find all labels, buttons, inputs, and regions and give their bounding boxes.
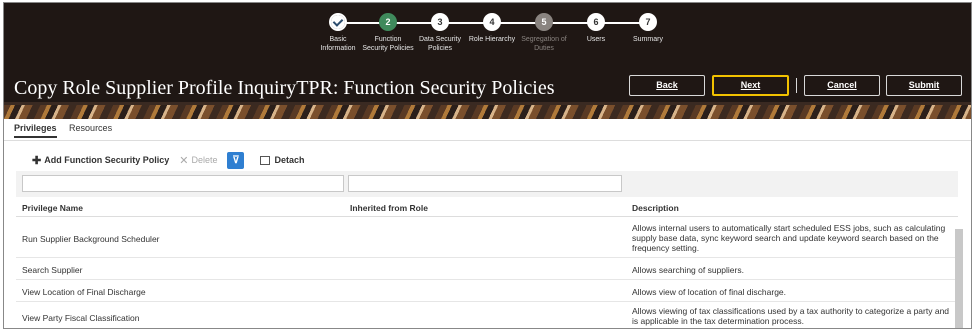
train-step-label: Segregation of Duties bbox=[521, 36, 567, 52]
tab-resources[interactable]: Resources bbox=[69, 123, 112, 136]
train-step-label: Users bbox=[586, 36, 606, 43]
train-step-label: Basic Information bbox=[320, 36, 356, 52]
tab-bar: Privileges Resources bbox=[14, 123, 122, 141]
delete-button-label: Delete bbox=[191, 155, 218, 165]
train-step-role-hierarchy[interactable]: 4 Role Hierarchy bbox=[466, 13, 518, 44]
privilege-name-filter-input[interactable] bbox=[22, 175, 344, 192]
train-step-summary[interactable]: 7 Summary bbox=[622, 13, 674, 44]
train-step-number: 6 bbox=[587, 13, 605, 31]
column-header-description[interactable]: Description bbox=[632, 203, 679, 213]
table-row[interactable]: Run Supplier Background Scheduler Allows… bbox=[16, 218, 958, 258]
train-step-number: 4 bbox=[483, 13, 501, 31]
table-row[interactable]: View Location of Final Discharge Allows … bbox=[16, 281, 958, 302]
train-step-data-security-policies[interactable]: 3 Data Security Policies bbox=[414, 13, 466, 53]
description-cell: Allows viewing of tax classifications us… bbox=[632, 306, 950, 326]
vertical-scrollbar[interactable] bbox=[955, 229, 963, 328]
filter-icon: ⊽ bbox=[227, 151, 245, 169]
description-cell: Allows view of location of final dischar… bbox=[632, 287, 787, 297]
delete-x-icon: ✕ bbox=[179, 154, 189, 167]
table-header-row: Privilege Name Inherited from Role Descr… bbox=[16, 197, 958, 217]
tab-privileges[interactable]: Privileges bbox=[14, 123, 57, 138]
train-step-number: 7 bbox=[639, 13, 657, 31]
add-function-security-policy-button[interactable]: ✚ Add Function Security Policy bbox=[32, 154, 169, 167]
train-step-segregation-of-duties: 5 Segregation of Duties bbox=[518, 13, 570, 53]
plus-icon: ✚ bbox=[32, 154, 42, 167]
checkmark-icon bbox=[329, 13, 347, 31]
train-step-function-security-policies[interactable]: 2 Function Security Policies bbox=[362, 13, 414, 53]
inherited-from-role-filter-input[interactable] bbox=[348, 175, 622, 192]
description-cell: Allows searching of suppliers. bbox=[632, 265, 744, 275]
train-step-users[interactable]: 6 Users bbox=[570, 13, 622, 44]
train-step-label: Data Security Policies bbox=[418, 36, 462, 52]
filter-row bbox=[16, 171, 958, 197]
header-decoration-pattern bbox=[4, 105, 971, 119]
delete-button[interactable]: ✕ Delete bbox=[179, 154, 217, 167]
description-cell: Allows internal users to automatically s… bbox=[632, 223, 946, 253]
table-toolbar: ✚ Add Function Security Policy ✕ Delete … bbox=[32, 150, 314, 170]
add-button-label: Add Function Security Policy bbox=[44, 155, 170, 165]
train-step-number: 2 bbox=[379, 13, 397, 31]
train-step-basic-information[interactable]: Basic Information bbox=[312, 13, 364, 53]
table-row[interactable]: View Party Fiscal Classification Allows … bbox=[16, 303, 958, 328]
train-step-number: 3 bbox=[431, 13, 449, 31]
back-button[interactable]: Back bbox=[629, 75, 705, 96]
tab-divider bbox=[4, 140, 971, 141]
cancel-button[interactable]: Cancel bbox=[804, 75, 880, 96]
page-title: Copy Role Supplier Profile InquiryTPR: F… bbox=[14, 77, 555, 99]
train-step-label: Summary bbox=[633, 36, 663, 43]
filter-toggle-button[interactable]: ⊽ bbox=[227, 151, 250, 169]
privilege-name-cell: Search Supplier bbox=[22, 265, 83, 275]
detach-button[interactable]: Detach bbox=[260, 155, 304, 165]
detach-button-label: Detach bbox=[274, 155, 305, 165]
app-window: Basic Information 2 Function Security Po… bbox=[3, 2, 972, 329]
column-header-privilege-name[interactable]: Privilege Name bbox=[22, 203, 83, 213]
page-header: Basic Information 2 Function Security Po… bbox=[4, 3, 971, 119]
submit-button[interactable]: Submit bbox=[886, 75, 962, 96]
train-step-number: 5 bbox=[535, 13, 553, 31]
next-button[interactable]: Next bbox=[712, 75, 789, 96]
column-header-inherited-from-role[interactable]: Inherited from Role bbox=[350, 203, 428, 213]
table-row[interactable]: Search Supplier Allows searching of supp… bbox=[16, 259, 958, 280]
train-step-label: Function Security Policies bbox=[362, 36, 414, 52]
privilege-name-cell: Run Supplier Background Scheduler bbox=[22, 234, 160, 244]
train-step-label: Role Hierarchy bbox=[468, 36, 516, 43]
process-train: Basic Information 2 Function Security Po… bbox=[312, 13, 672, 65]
button-separator bbox=[796, 78, 797, 93]
detach-icon bbox=[260, 155, 271, 165]
privilege-name-cell: View Location of Final Discharge bbox=[22, 287, 146, 297]
privilege-name-cell: View Party Fiscal Classification bbox=[22, 313, 140, 323]
